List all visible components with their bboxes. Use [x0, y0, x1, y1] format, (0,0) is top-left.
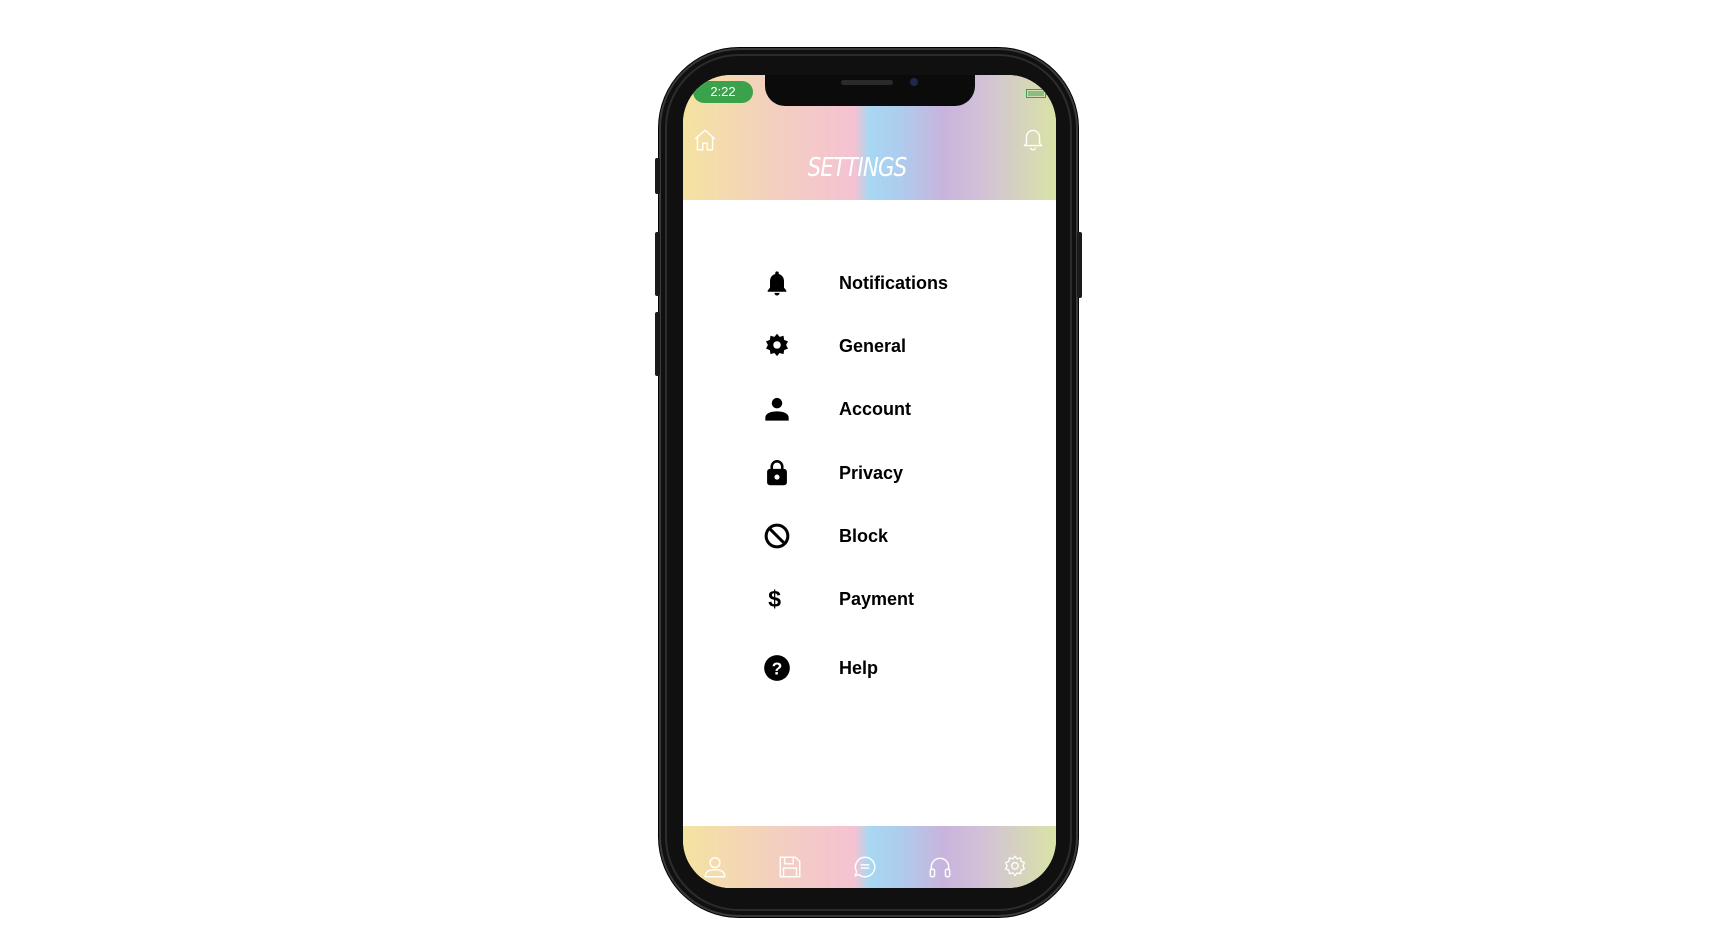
settings-icon[interactable] [1002, 854, 1028, 880]
menu-label-notifications: Notifications [839, 273, 949, 293]
chat-icon[interactable] [852, 854, 878, 880]
help-icon: ? [764, 655, 790, 681]
speaker-grille [841, 80, 893, 85]
volume-up-button [655, 232, 660, 296]
app-screen: 2:22 SETTINGS Notifications General Acco… [683, 75, 1056, 888]
menu-item-help[interactable]: ? Help [763, 648, 1003, 688]
menu-item-account[interactable]: Account [763, 389, 1003, 429]
menu-item-block[interactable]: Block [763, 516, 1003, 556]
svg-text:?: ? [772, 658, 783, 678]
save-icon[interactable] [777, 854, 803, 880]
block-icon [764, 523, 790, 549]
lock-icon [767, 460, 787, 486]
bell-outline-icon[interactable] [1020, 125, 1046, 151]
profile-icon[interactable] [702, 854, 728, 880]
menu-item-general[interactable]: General [763, 326, 1003, 366]
headphones-icon[interactable] [927, 854, 953, 880]
menu-label-general: General [839, 336, 907, 356]
person-icon [765, 397, 789, 421]
bottom-tab-bar [683, 826, 1056, 888]
status-time: 2:22 [693, 81, 753, 103]
home-icon[interactable] [692, 127, 718, 153]
dollar-icon: $ [768, 586, 781, 612]
page-title: SETTINGS [807, 153, 908, 183]
gear-icon [766, 333, 788, 357]
battery-icon [1026, 89, 1048, 98]
mute-switch [655, 158, 660, 194]
volume-down-button [655, 312, 660, 376]
menu-label-account: Account [839, 399, 911, 419]
menu-label-block: Block [839, 526, 889, 546]
menu-label-payment: Payment [839, 589, 915, 609]
camera-icon [910, 78, 918, 86]
header-bar: 2:22 SETTINGS [683, 75, 1056, 200]
menu-item-payment[interactable]: $ Payment [763, 579, 1003, 619]
svg-text:$: $ [768, 586, 781, 612]
menu-label-help: Help [839, 658, 879, 678]
bell-icon [767, 271, 787, 296]
menu-item-notifications[interactable]: Notifications [763, 263, 1003, 303]
notch [765, 75, 975, 106]
power-button [1077, 232, 1082, 298]
menu-label-privacy: Privacy [839, 463, 904, 483]
menu-item-privacy[interactable]: Privacy [763, 453, 1003, 493]
